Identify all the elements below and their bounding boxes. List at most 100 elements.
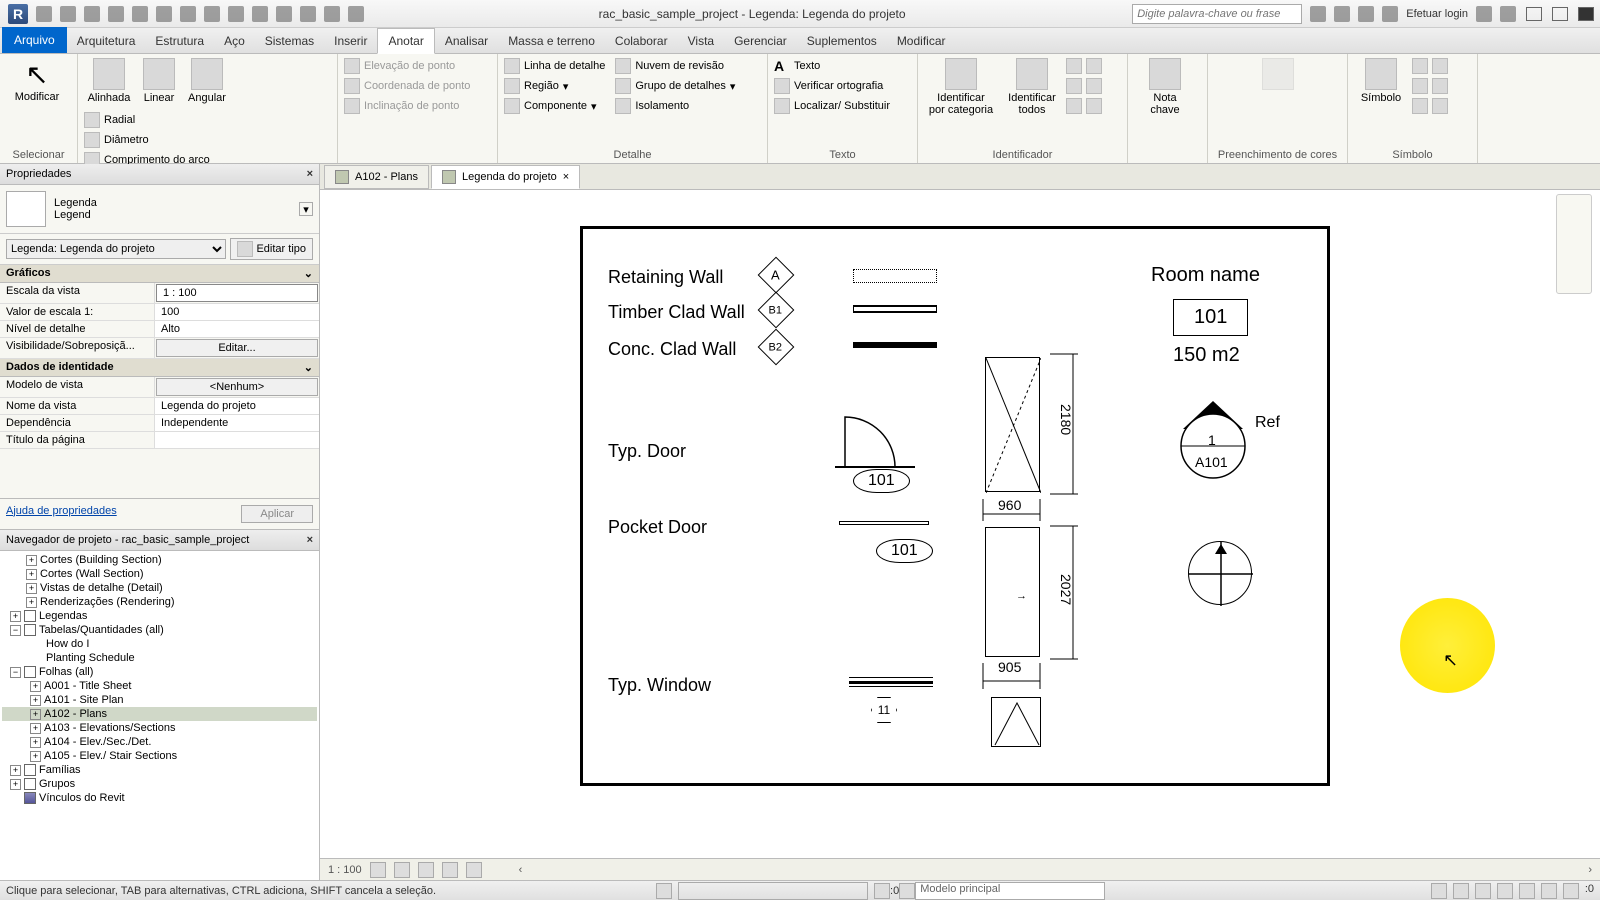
color-fill-button[interactable] bbox=[1214, 56, 1341, 94]
tree-node-detail-views[interactable]: +Vistas de detalhe (Detail) bbox=[2, 581, 317, 595]
modify-button[interactable]: ↖ Modificar bbox=[6, 56, 68, 105]
exchange-icon[interactable] bbox=[1476, 6, 1492, 22]
filter-icon[interactable] bbox=[1563, 883, 1579, 899]
tab-gerenciar[interactable]: Gerenciar bbox=[724, 29, 797, 53]
shadows-icon[interactable] bbox=[442, 862, 458, 878]
identity-group-header[interactable]: Dados de identidade⌄ bbox=[0, 359, 319, 377]
tag-panel-label[interactable]: Identificador bbox=[924, 147, 1121, 161]
select-links-icon[interactable] bbox=[1431, 883, 1447, 899]
design-options-icon[interactable] bbox=[899, 883, 915, 899]
tree-node-links[interactable]: Vínculos do Revit bbox=[2, 791, 317, 805]
drag-elements-icon[interactable] bbox=[1519, 883, 1535, 899]
path-sym-icon[interactable] bbox=[1412, 98, 1428, 114]
type-selector[interactable]: Legenda Legend ▾ bbox=[0, 185, 319, 234]
sync-icon[interactable] bbox=[84, 6, 100, 22]
room-tag-icon[interactable] bbox=[1066, 98, 1082, 114]
instance-selector[interactable]: Legenda: Legenda do projeto bbox=[6, 239, 226, 259]
search-icon[interactable] bbox=[1310, 6, 1326, 22]
material-tag-icon[interactable] bbox=[1066, 78, 1082, 94]
app-menu-button[interactable]: R bbox=[8, 4, 28, 24]
design-option-combo[interactable]: Modelo principal bbox=[915, 882, 1105, 900]
tab-analisar[interactable]: Analisar bbox=[435, 29, 498, 53]
tab-colaborar[interactable]: Colaborar bbox=[605, 29, 678, 53]
view-template-button[interactable]: <Nenhum> bbox=[156, 378, 318, 396]
tree-node-planting[interactable]: Planting Schedule bbox=[2, 651, 317, 665]
symbol-button[interactable]: Símbolo bbox=[1354, 56, 1408, 106]
region-button[interactable]: Região ▾ bbox=[504, 76, 605, 96]
view-scale-field[interactable]: 1 : 100 bbox=[156, 284, 318, 302]
tab-massa[interactable]: Massa e terreno bbox=[498, 29, 605, 53]
aligned-dim-button[interactable]: Alinhada bbox=[84, 56, 134, 106]
tab-estrutura[interactable]: Estrutura bbox=[145, 29, 214, 53]
comm-icon[interactable] bbox=[1334, 6, 1350, 22]
select-face-icon[interactable] bbox=[1497, 883, 1513, 899]
radial-dim-button[interactable]: Radial bbox=[84, 110, 210, 130]
tree-node-a103[interactable]: +A103 - Elevations/Sections bbox=[2, 721, 317, 735]
undo-icon[interactable] bbox=[108, 6, 124, 22]
sun-path-icon[interactable] bbox=[418, 862, 434, 878]
close-views-icon[interactable] bbox=[324, 6, 340, 22]
vg-edit-button[interactable]: Editar... bbox=[156, 339, 318, 357]
component-button[interactable]: Componente ▾ bbox=[504, 96, 605, 116]
tree-node-wall-sections[interactable]: +Cortes (Wall Section) bbox=[2, 567, 317, 581]
properties-close-button[interactable]: × bbox=[307, 168, 313, 180]
tree-node-a104[interactable]: +A104 - Elev./Sec./Det. bbox=[2, 735, 317, 749]
tree-node-schedules[interactable]: −Tabelas/Quantidades (all) bbox=[2, 623, 317, 637]
detail-level-icon[interactable] bbox=[370, 862, 386, 878]
tab-vista[interactable]: Vista bbox=[678, 29, 724, 53]
tree-node-a001[interactable]: +A001 - Title Sheet bbox=[2, 679, 317, 693]
find-replace-button[interactable]: Localizar/ Substituir bbox=[774, 96, 911, 116]
span-sym-icon[interactable] bbox=[1412, 58, 1428, 74]
search-input[interactable] bbox=[1132, 4, 1302, 24]
doc-tab-a102[interactable]: A102 - Plans bbox=[324, 165, 429, 189]
tag-all-button[interactable]: Identificar todos bbox=[1002, 56, 1062, 118]
tab-arquitetura[interactable]: Arquitetura bbox=[67, 29, 146, 53]
section-icon[interactable] bbox=[276, 6, 292, 22]
spell-check-button[interactable]: Verificar ortografia bbox=[774, 76, 911, 96]
tab-close-icon[interactable]: × bbox=[563, 171, 569, 183]
login-link[interactable]: Efetuar login bbox=[1406, 8, 1468, 20]
3d-icon[interactable] bbox=[252, 6, 268, 22]
thinlines-icon[interactable] bbox=[300, 6, 316, 22]
switch-window-icon[interactable] bbox=[348, 6, 364, 22]
properties-help-link[interactable]: Ajuda de propriedades bbox=[6, 505, 117, 523]
text-panel-label[interactable]: Texto bbox=[774, 147, 911, 161]
graphics-group-header[interactable]: Gráficos⌄ bbox=[0, 265, 319, 283]
beam-sym-icon[interactable] bbox=[1432, 58, 1448, 74]
stair-sym-icon[interactable] bbox=[1412, 78, 1428, 94]
tab-modificar[interactable]: Modificar bbox=[887, 29, 956, 53]
maximize-button[interactable] bbox=[1552, 7, 1568, 21]
tab-suplementos[interactable]: Suplementos bbox=[797, 29, 887, 53]
measure-icon[interactable] bbox=[180, 6, 196, 22]
tab-anotar[interactable]: Anotar bbox=[377, 28, 434, 54]
tree-node-families[interactable]: +Famílias bbox=[2, 763, 317, 777]
view-name-field[interactable]: Legenda do projeto bbox=[155, 398, 319, 414]
tree-node-sheets[interactable]: −Folhas (all) bbox=[2, 665, 317, 679]
linear-dim-button[interactable]: Linear bbox=[138, 56, 180, 106]
open-icon[interactable] bbox=[36, 6, 52, 22]
tree-node-a101[interactable]: +A101 - Site Plan bbox=[2, 693, 317, 707]
select-panel-label[interactable]: Selecionar bbox=[6, 147, 71, 161]
area-tag-icon[interactable] bbox=[1086, 78, 1102, 94]
close-button[interactable] bbox=[1578, 7, 1594, 21]
fabric-sym-icon[interactable] bbox=[1432, 98, 1448, 114]
detail-level-field[interactable]: Alto bbox=[155, 321, 319, 337]
user-icon[interactable] bbox=[1382, 6, 1398, 22]
tree-node-renderings[interactable]: +Renderizações (Rendering) bbox=[2, 595, 317, 609]
tab-aco[interactable]: Aço bbox=[214, 29, 255, 53]
workset-combo[interactable] bbox=[678, 882, 868, 900]
detail-line-button[interactable]: Linha de detalhe bbox=[504, 56, 605, 76]
tag-category-button[interactable]: Identificar por categoria bbox=[924, 56, 998, 118]
view-ref-icon[interactable] bbox=[1086, 98, 1102, 114]
title-on-sheet-field[interactable] bbox=[155, 432, 319, 448]
doc-tab-legend[interactable]: Legenda do projeto× bbox=[431, 165, 580, 189]
browser-close-button[interactable]: × bbox=[307, 534, 313, 546]
worksets-icon[interactable] bbox=[656, 883, 672, 899]
crop-icon[interactable] bbox=[466, 862, 482, 878]
print-icon[interactable] bbox=[156, 6, 172, 22]
detail-group-button[interactable]: Grupo de detalhes ▾ bbox=[615, 76, 735, 96]
favorite-icon[interactable] bbox=[1358, 6, 1374, 22]
tab-sistemas[interactable]: Sistemas bbox=[255, 29, 324, 53]
align-icon[interactable] bbox=[204, 6, 220, 22]
area-sym-icon[interactable] bbox=[1432, 78, 1448, 94]
